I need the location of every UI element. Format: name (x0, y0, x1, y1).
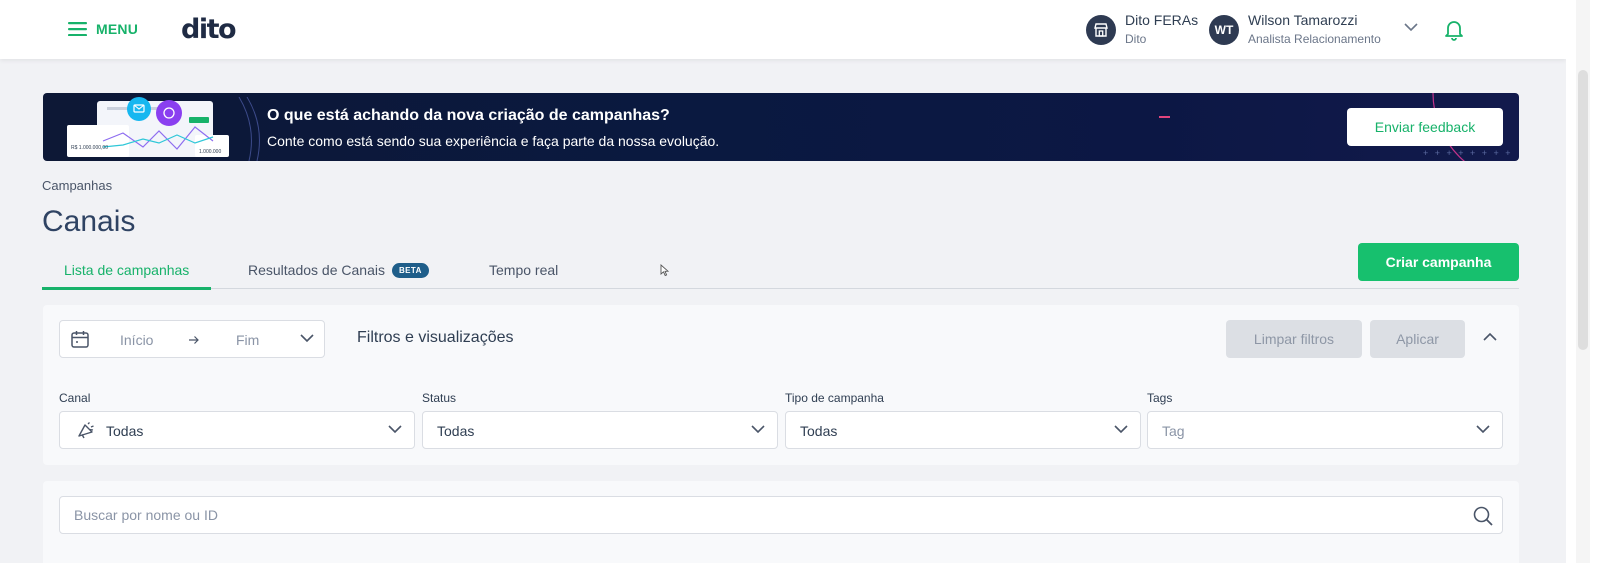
logo-text: dito (181, 14, 237, 45)
store-avatar (1086, 14, 1116, 45)
store-icon (1094, 22, 1108, 37)
status-label: Status (422, 391, 457, 405)
campaign-type-value: Todas (800, 423, 838, 439)
chevron-down-icon[interactable] (1404, 22, 1418, 32)
filters-title: Filtros e visualizações (357, 329, 514, 346)
campaign-type-select[interactable]: Todas (785, 411, 1141, 449)
dito-logo[interactable]: dito (181, 14, 237, 45)
feedback-banner: R$ 1.000.000,00 1.000.000 O que está ach… (43, 93, 1519, 161)
channel-select[interactable]: Todas (59, 411, 415, 449)
tab-label: Tempo real (489, 262, 559, 278)
breadcrumb[interactable]: Campanhas (42, 178, 112, 193)
date-start: Início (120, 332, 154, 348)
chevron-down-icon (388, 425, 402, 434)
page-title: Canais (42, 205, 136, 238)
tags-select[interactable]: Tag (1147, 411, 1503, 449)
top-bar: MENU dito Dito FERAs Dito WT Wilson Tama… (0, 0, 1566, 59)
status-select[interactable]: Todas (422, 411, 778, 449)
beta-badge: BETA (391, 262, 429, 278)
bell-icon[interactable] (1444, 19, 1464, 41)
user-avatar: WT (1209, 14, 1239, 45)
tab-real-time[interactable]: Tempo real (489, 251, 558, 289)
banner-art-value-2: 1.000.000 (199, 149, 221, 155)
arrow-right-icon (189, 336, 199, 344)
status-value: Todas (437, 423, 475, 439)
date-end: Fim (236, 332, 260, 348)
banner-subtitle: Conte como está sendo sua experiência e … (267, 133, 720, 149)
search-icon[interactable] (1472, 505, 1494, 527)
tags-placeholder: Tag (1162, 423, 1185, 439)
filter-panel: Início Fim Filtros e visualizações Limpa… (43, 305, 1519, 465)
send-feedback-button[interactable]: Enviar feedback (1347, 108, 1503, 146)
scrollbar-thumb[interactable] (1578, 70, 1588, 350)
page-scrollbar[interactable] (1566, 0, 1600, 563)
mouse-cursor-icon (660, 264, 669, 277)
tab-bar: Lista de campanhas Resultados de Canais … (42, 251, 1519, 290)
user-name: Wilson Tamarozzi (1248, 12, 1358, 28)
date-range-picker[interactable]: Início Fim (59, 320, 325, 358)
user-role: Analista Relacionamento (1248, 32, 1381, 46)
chevron-up-icon[interactable] (1483, 332, 1497, 342)
menu-label: MENU (96, 21, 139, 37)
hamburger-icon (68, 22, 87, 36)
user-menu[interactable]: WT Wilson Tamarozzi Analista Relacioname… (1209, 12, 1381, 47)
store-name: Dito FERAs (1125, 12, 1199, 28)
menu-button[interactable]: MENU (68, 19, 138, 39)
campaign-type-label: Tipo de campanha (785, 391, 884, 405)
banner-art-value-1: R$ 1.000.000,00 (71, 145, 108, 151)
banner-pattern: + + + + + + + + (1423, 148, 1513, 158)
tab-campaign-list[interactable]: Lista de campanhas (42, 251, 212, 290)
chevron-down-icon (1114, 425, 1128, 434)
create-campaign-button[interactable]: Criar campanha (1358, 243, 1519, 281)
channel-value: Todas (106, 423, 144, 439)
dashboard-illustration: R$ 1.000.000,00 1.000.000 (67, 97, 260, 161)
tab-label: Resultados de Canais (248, 262, 385, 278)
chevron-down-icon (751, 425, 765, 434)
search-panel (43, 481, 1519, 563)
store-selector[interactable]: Dito FERAs Dito (1086, 12, 1198, 47)
channel-label: Canal (59, 391, 91, 405)
search-box (59, 496, 1503, 534)
clear-filters-button[interactable]: Limpar filtros (1226, 320, 1362, 358)
apply-button[interactable]: Aplicar (1370, 320, 1465, 358)
calendar-icon (71, 331, 89, 348)
tab-label: Lista de campanhas (64, 262, 190, 278)
chevron-down-icon (300, 334, 314, 343)
megaphone-icon (78, 422, 94, 439)
store-sub: Dito (1125, 32, 1147, 46)
tab-channel-results[interactable]: Resultados de Canais BETA (248, 251, 429, 289)
search-input[interactable] (60, 497, 1460, 533)
banner-decoration (1159, 116, 1170, 118)
tags-label: Tags (1147, 391, 1173, 405)
banner-title: O que está achando da nova criação de ca… (267, 107, 670, 124)
chevron-down-icon (1476, 425, 1490, 434)
